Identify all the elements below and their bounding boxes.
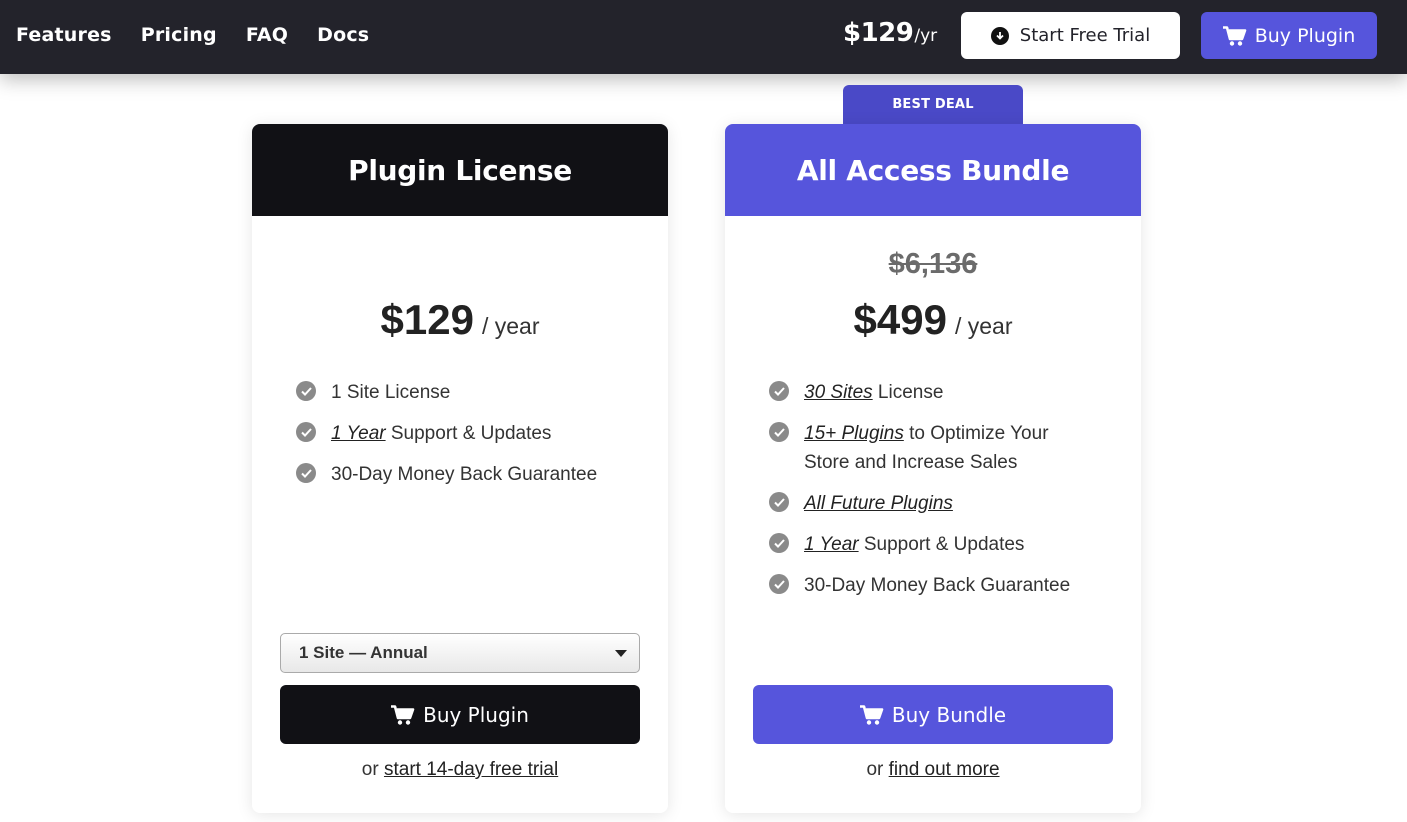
- original-price: $6,136: [888, 248, 978, 280]
- feature-item: 1 Year Support & Updates: [769, 530, 1099, 559]
- nav-docs[interactable]: Docs: [317, 24, 369, 46]
- check-circle-icon: [296, 422, 316, 442]
- buy-plugin-label: Buy Plugin: [423, 702, 529, 727]
- feature-text-plain: 30-Day Money Back Guarantee: [804, 575, 1071, 596]
- feature-highlight: 1 Year: [331, 423, 386, 444]
- check-circle-icon: [769, 533, 789, 553]
- feature-item: 1 Year Support & Updates: [296, 419, 626, 448]
- feature-item: 30 Sites License: [769, 378, 1099, 407]
- header-buy-plugin-label: Buy Plugin: [1254, 24, 1356, 47]
- start-free-trial-button[interactable]: Start Free Trial: [961, 12, 1180, 59]
- buy-plugin-button[interactable]: Buy Plugin: [280, 685, 640, 744]
- subline-prefix: or: [866, 759, 889, 780]
- cart-icon: [859, 704, 884, 725]
- license-select[interactable]: 1 Site — Annual: [280, 633, 640, 673]
- feature-text-plain: Support & Updates: [385, 423, 552, 444]
- feature-item: 30-Day Money Back Guarantee: [769, 571, 1099, 600]
- feature-text-plain: License: [872, 382, 944, 403]
- trial-subline: or start 14-day free trial: [252, 759, 668, 781]
- feature-list: 30 Sites License 15+ Plugins to Optimize…: [769, 378, 1099, 612]
- check-circle-icon: [769, 492, 789, 512]
- license-select-value: 1 Site — Annual: [299, 643, 428, 662]
- feature-list: 1 Site License 1 Year Support & Updates …: [296, 378, 626, 501]
- feature-highlight: 30 Sites: [804, 382, 873, 403]
- feature-item: 15+ Plugins to Optimize Your Store and I…: [769, 419, 1099, 477]
- feature-item: 30-Day Money Back Guarantee: [296, 460, 626, 489]
- check-circle-icon: [769, 381, 789, 401]
- header-price: $129 /yr: [843, 18, 937, 48]
- buy-bundle-label: Buy Bundle: [891, 702, 1007, 727]
- buy-bundle-button[interactable]: Buy Bundle: [753, 685, 1113, 744]
- cart-icon: [391, 704, 415, 725]
- feature-text-plain: 30-Day Money Back Guarantee: [331, 464, 598, 485]
- start-free-trial-label: Start Free Trial: [1019, 25, 1151, 46]
- all-access-bundle-card: All Access Bundle $6,136 $499 / year 30 …: [725, 124, 1141, 813]
- nav-pricing[interactable]: Pricing: [141, 24, 217, 46]
- header-price-amount: $129: [843, 18, 914, 48]
- feature-text: 1 Year Support & Updates: [331, 419, 551, 448]
- feature-text: 1 Year Support & Updates: [804, 530, 1024, 559]
- cart-icon: [1222, 25, 1247, 46]
- price-period: / year: [954, 313, 1013, 339]
- check-circle-icon: [296, 463, 316, 483]
- price-amount: $129: [380, 296, 474, 343]
- nav-features[interactable]: Features: [16, 24, 112, 46]
- header-buy-plugin-button[interactable]: Buy Plugin: [1201, 12, 1377, 59]
- feature-highlight: All Future Plugins: [804, 493, 953, 514]
- download-icon: [990, 26, 1009, 45]
- feature-highlight: 15+ Plugins: [804, 423, 904, 444]
- plan-price: $499 / year: [725, 296, 1141, 344]
- check-circle-icon: [769, 422, 789, 442]
- check-circle-icon: [769, 574, 789, 594]
- feature-text: 1 Site License: [331, 378, 450, 407]
- price-period: / year: [481, 313, 540, 339]
- find-out-more-link[interactable]: find out more: [889, 759, 1000, 780]
- header-price-period: /yr: [914, 26, 938, 46]
- feature-text: All Future Plugins: [804, 489, 953, 518]
- main-nav: Features Pricing FAQ Docs: [16, 0, 398, 70]
- find-out-more-subline: or find out more: [725, 759, 1141, 781]
- subline-prefix: or: [361, 759, 384, 780]
- feature-text: 30-Day Money Back Guarantee: [331, 460, 597, 489]
- plugin-license-card: Plugin License $129 / year 1 Site Licens…: [252, 124, 668, 813]
- feature-text-plain: 1 Site License: [331, 382, 451, 403]
- plan-title: All Access Bundle: [725, 124, 1141, 216]
- feature-item: All Future Plugins: [769, 489, 1099, 518]
- feature-text-plain: Support & Updates: [858, 534, 1025, 555]
- plan-price: $129 / year: [252, 296, 668, 344]
- best-deal-badge: BEST DEAL: [843, 85, 1023, 127]
- feature-item: 1 Site License: [296, 378, 626, 407]
- top-bar: Features Pricing FAQ Docs $129 /yr Start…: [0, 0, 1407, 74]
- feature-text: 30 Sites License: [804, 378, 943, 407]
- feature-text: 30-Day Money Back Guarantee: [804, 571, 1070, 600]
- nav-faq[interactable]: FAQ: [246, 24, 288, 46]
- check-circle-icon: [296, 381, 316, 401]
- free-trial-link[interactable]: start 14-day free trial: [384, 759, 558, 780]
- price-amount: $499: [853, 296, 947, 343]
- feature-text: 15+ Plugins to Optimize Your Store and I…: [804, 419, 1099, 477]
- plan-title: Plugin License: [252, 124, 668, 216]
- feature-highlight: 1 Year: [804, 534, 859, 555]
- chevron-down-icon: [615, 650, 627, 657]
